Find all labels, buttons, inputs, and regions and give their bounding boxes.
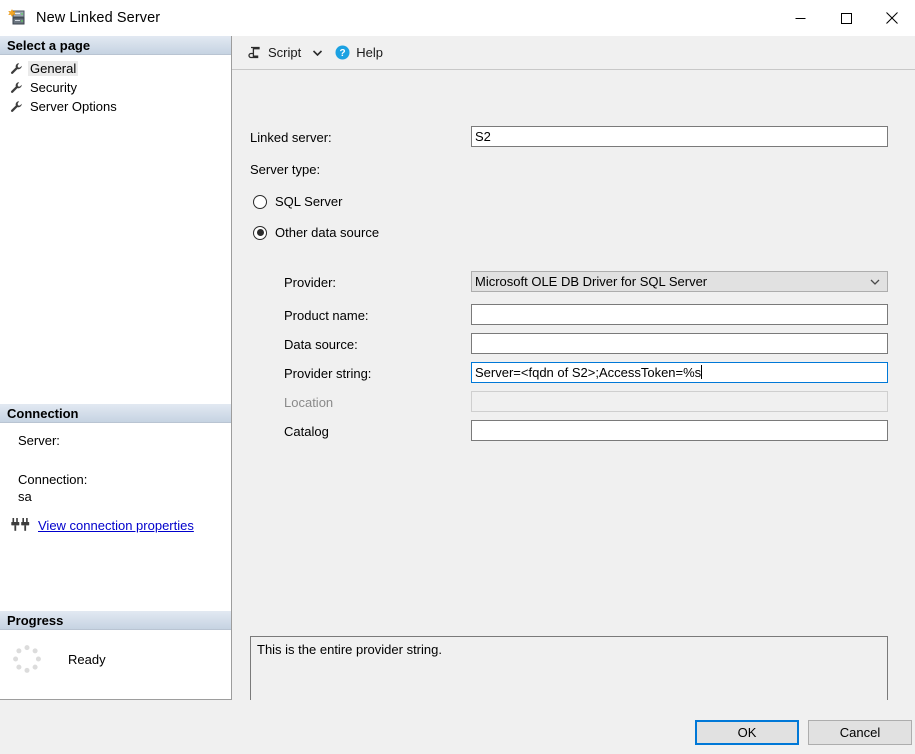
new-linked-server-icon (7, 8, 27, 28)
connection-header: Connection (0, 404, 231, 423)
catalog-input[interactable] (471, 420, 888, 441)
catalog-label: Catalog (284, 424, 329, 439)
chevron-down-icon (868, 279, 882, 285)
provider-selected-value: Microsoft OLE DB Driver for SQL Server (475, 274, 708, 289)
product-name-input[interactable] (471, 304, 888, 325)
radio-sql-server[interactable]: SQL Server (253, 194, 342, 209)
text-caret (701, 365, 703, 379)
radio-label: SQL Server (275, 194, 343, 209)
sidebar-item-security[interactable]: Security (0, 78, 231, 97)
provider-string-label: Provider string: (284, 366, 372, 381)
sidebar: Select a page General Security Server Op… (0, 36, 232, 700)
sidebar-item-label: General (28, 61, 79, 76)
radio-button-icon (253, 225, 267, 240)
connection-plug-icon (10, 516, 32, 534)
provider-string-input[interactable]: Server=<fqdn of S2>;AccessToken=%s (471, 362, 888, 383)
description-text: This is the entire provider string. (257, 642, 442, 657)
server-type-label: Server type: (250, 162, 321, 177)
footer: OK Cancel (0, 700, 915, 754)
connection-server-label: Server: (18, 433, 60, 448)
view-connection-properties-row[interactable]: View connection properties (10, 516, 231, 534)
progress-section: Progress Ready (0, 611, 231, 674)
data-source-input[interactable] (471, 333, 888, 354)
toolbar: Script ? Help (232, 36, 915, 69)
sidebar-item-label: Server Options (30, 99, 117, 114)
radio-label: Other data source (275, 225, 380, 240)
radio-other-data-source[interactable]: Other data source (253, 225, 379, 240)
provider-select[interactable]: Microsoft OLE DB Driver for SQL Server (471, 271, 888, 292)
select-a-page-header: Select a page (0, 36, 231, 55)
sidebar-item-general[interactable]: General (0, 59, 231, 78)
connection-section: Connection Server: Connection: sa View c… (0, 404, 231, 534)
data-source-label: Data source: (284, 337, 358, 352)
page-list: General Security Server Options (0, 55, 231, 116)
close-button[interactable] (869, 0, 915, 36)
wrench-icon (9, 100, 23, 114)
script-button[interactable]: Script (244, 42, 303, 64)
sidebar-item-label: Security (30, 80, 77, 95)
wrench-icon (9, 81, 23, 95)
sidebar-item-server-options[interactable]: Server Options (0, 97, 231, 116)
script-label: Script (268, 45, 302, 60)
maximize-button[interactable] (823, 0, 869, 36)
minimize-button[interactable] (777, 0, 823, 36)
location-label: Location (284, 395, 334, 410)
provider-label: Provider: (284, 275, 337, 290)
svg-text:?: ? (340, 48, 346, 59)
progress-header: Progress (0, 611, 231, 630)
form-area: Linked server: S2 Server type: SQL Serve… (232, 69, 915, 729)
ok-button[interactable]: OK (695, 720, 799, 745)
view-connection-properties-link[interactable]: View connection properties (38, 518, 194, 533)
script-icon (246, 44, 263, 61)
content-panel: Script ? Help Linked server: S2 Server t… (232, 36, 915, 729)
location-input (471, 391, 888, 412)
help-question-icon: ? (334, 44, 351, 61)
help-button[interactable]: ? Help (332, 42, 385, 64)
progress-spinner-icon (12, 644, 42, 674)
help-label: Help (356, 45, 383, 60)
cancel-button[interactable]: Cancel (808, 720, 912, 745)
connection-user-label: Connection: (18, 472, 88, 487)
linked-server-label: Linked server: (250, 130, 332, 145)
wrench-icon (9, 62, 23, 76)
progress-status: Ready (68, 651, 106, 667)
window-title: New Linked Server (36, 10, 161, 26)
product-name-label: Product name: (284, 308, 369, 323)
caption-buttons (777, 0, 915, 36)
connection-user-value: sa (18, 489, 32, 504)
chevron-down-icon[interactable] (312, 49, 322, 56)
title-bar: New Linked Server (0, 0, 915, 36)
radio-button-icon (253, 194, 267, 209)
provider-string-value: Server=<fqdn of S2>;AccessToken=%s (475, 365, 702, 380)
linked-server-input[interactable]: S2 (471, 126, 888, 147)
